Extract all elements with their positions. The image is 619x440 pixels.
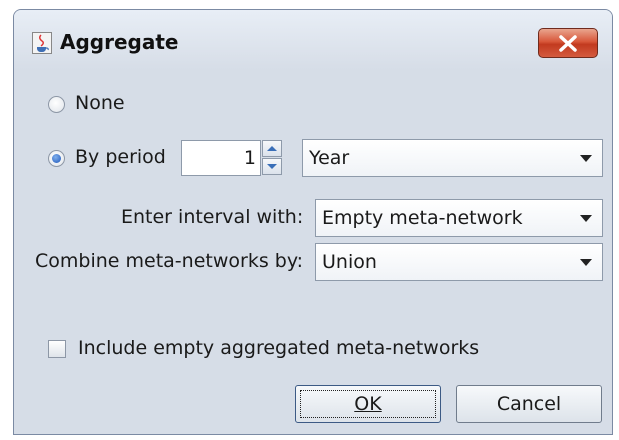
- java-cup-icon: [32, 32, 52, 54]
- interval-value: Empty meta-network: [322, 207, 523, 229]
- cancel-label: Cancel: [496, 393, 562, 415]
- cancel-button[interactable]: Cancel: [456, 385, 602, 423]
- aggregate-dialog: Aggregate None By period 1 Year Enter in…: [13, 9, 613, 435]
- combine-select[interactable]: Union: [315, 243, 603, 281]
- focus-ring: [300, 390, 436, 418]
- close-icon: [559, 35, 577, 52]
- chevron-down-icon: [580, 155, 592, 162]
- combine-value: Union: [322, 251, 377, 273]
- window-title: Aggregate: [60, 30, 179, 54]
- title-bar[interactable]: Aggregate: [14, 10, 612, 70]
- period-unit-value: Year: [309, 147, 350, 169]
- include-empty-label: Include empty aggregated meta-networks: [78, 337, 480, 359]
- interval-label: Enter interval with:: [121, 206, 304, 228]
- ok-button[interactable]: OK: [295, 385, 441, 423]
- chevron-down-icon: [580, 259, 592, 266]
- period-unit-select[interactable]: Year: [302, 139, 603, 177]
- none-label: None: [75, 92, 125, 114]
- combine-label: Combine meta-networks by:: [35, 250, 304, 272]
- spinner-down-button[interactable]: [262, 158, 282, 175]
- include-empty-checkbox[interactable]: [48, 340, 66, 358]
- arrow-down-icon: [267, 164, 277, 169]
- close-button[interactable]: [538, 28, 598, 58]
- by-period-radio[interactable]: [48, 150, 65, 167]
- dialog-content: None By period 1 Year Enter interval wit…: [14, 70, 612, 434]
- by-period-label: By period: [75, 146, 166, 168]
- period-spinner-input[interactable]: 1: [181, 140, 261, 176]
- none-radio[interactable]: [48, 96, 65, 113]
- interval-select[interactable]: Empty meta-network: [315, 199, 603, 237]
- spinner-up-button[interactable]: [262, 140, 282, 157]
- chevron-down-icon: [580, 215, 592, 222]
- arrow-up-icon: [267, 146, 277, 151]
